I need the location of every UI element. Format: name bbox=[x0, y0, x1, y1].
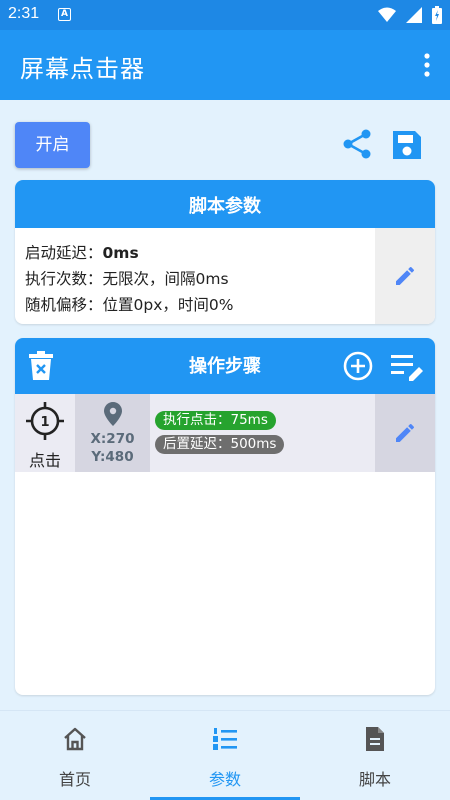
more-vert-icon[interactable] bbox=[422, 52, 432, 78]
param-random-offset: 随机偏移：位置0px，时间0% bbox=[25, 293, 233, 315]
param-value: 位置0px，时间0% bbox=[102, 296, 234, 314]
add-step-icon[interactable] bbox=[343, 351, 373, 381]
home-icon bbox=[64, 727, 86, 751]
edit-icon bbox=[396, 424, 414, 442]
param-label: 启动延迟： bbox=[25, 244, 103, 262]
status-bar: 2:31 A bbox=[0, 0, 450, 30]
step-index: 1 bbox=[40, 415, 49, 430]
params-edit-button[interactable] bbox=[375, 228, 435, 324]
location-pin-icon bbox=[104, 402, 122, 426]
params-card-title: 脚本参数 bbox=[189, 196, 261, 217]
nav-label-params: 参数 bbox=[208, 770, 241, 789]
signal-icon bbox=[406, 7, 422, 23]
step-coords-cell: X:270 Y:480 bbox=[75, 394, 150, 472]
notification-a-icon: A bbox=[58, 8, 71, 21]
step-type-cell: 1 点击 bbox=[15, 394, 75, 472]
steps-card-header: 操作步骤 bbox=[15, 338, 435, 394]
edit-list-icon[interactable] bbox=[391, 353, 425, 381]
app-bar: 屏幕点击器 bbox=[0, 30, 450, 100]
app-title: 屏幕点击器 bbox=[20, 55, 145, 83]
param-value: 0ms bbox=[102, 244, 139, 262]
toolbar-row: 开启 bbox=[0, 100, 450, 180]
param-label: 随机偏移： bbox=[25, 296, 103, 314]
edit-icon bbox=[396, 267, 414, 285]
list-numbered-icon bbox=[213, 728, 237, 750]
step-x-coord: X:270 bbox=[90, 431, 135, 447]
status-icons bbox=[378, 6, 442, 24]
exec-click-tag: 执行点击：75ms bbox=[155, 411, 276, 430]
nav-item-params[interactable]: 参数 bbox=[150, 711, 300, 800]
step-row[interactable]: 1 点击 X:270 Y:480 执行点击：75ms 后置延迟：500ms bbox=[15, 394, 435, 472]
operation-steps-card: 操作步骤 1 点击 X:270 Y:480 执行点击：75ms 后置延迟：500… bbox=[15, 338, 435, 695]
crosshair-icon: 1 bbox=[26, 402, 64, 440]
post-delay-tag: 后置延迟：500ms bbox=[155, 435, 285, 454]
step-y-coord: Y:480 bbox=[91, 449, 134, 465]
status-time: 2:31 bbox=[8, 5, 40, 22]
step-type-label: 点击 bbox=[28, 451, 61, 470]
battery-icon bbox=[432, 6, 442, 24]
params-card-header: 脚本参数 bbox=[15, 180, 435, 228]
share-icon[interactable] bbox=[341, 128, 373, 160]
start-button[interactable]: 开启 bbox=[15, 122, 90, 168]
param-value: 无限次，间隔0ms bbox=[102, 270, 229, 288]
nav-item-home[interactable]: 首页 bbox=[0, 711, 150, 800]
param-label: 执行次数： bbox=[25, 270, 103, 288]
document-icon bbox=[366, 727, 384, 751]
step-tags: 执行点击：75ms 后置延迟：500ms bbox=[150, 394, 375, 472]
save-icon[interactable] bbox=[390, 128, 424, 162]
step-edit-button[interactable] bbox=[375, 394, 435, 472]
nav-label-script: 脚本 bbox=[358, 770, 391, 789]
wifi-icon bbox=[378, 7, 396, 22]
params-body: 启动延迟：0ms 执行次数：无限次，间隔0ms 随机偏移：位置0px，时间0% bbox=[15, 228, 435, 324]
nav-item-script[interactable]: 脚本 bbox=[300, 711, 450, 800]
param-start-delay: 启动延迟：0ms bbox=[25, 241, 139, 263]
param-exec-count: 执行次数：无限次，间隔0ms bbox=[25, 267, 229, 289]
bottom-nav: 首页 参数 脚本 bbox=[0, 710, 450, 800]
nav-label-home: 首页 bbox=[58, 770, 91, 789]
script-params-card: 脚本参数 启动延迟：0ms 执行次数：无限次，间隔0ms 随机偏移：位置0px，… bbox=[15, 180, 435, 324]
